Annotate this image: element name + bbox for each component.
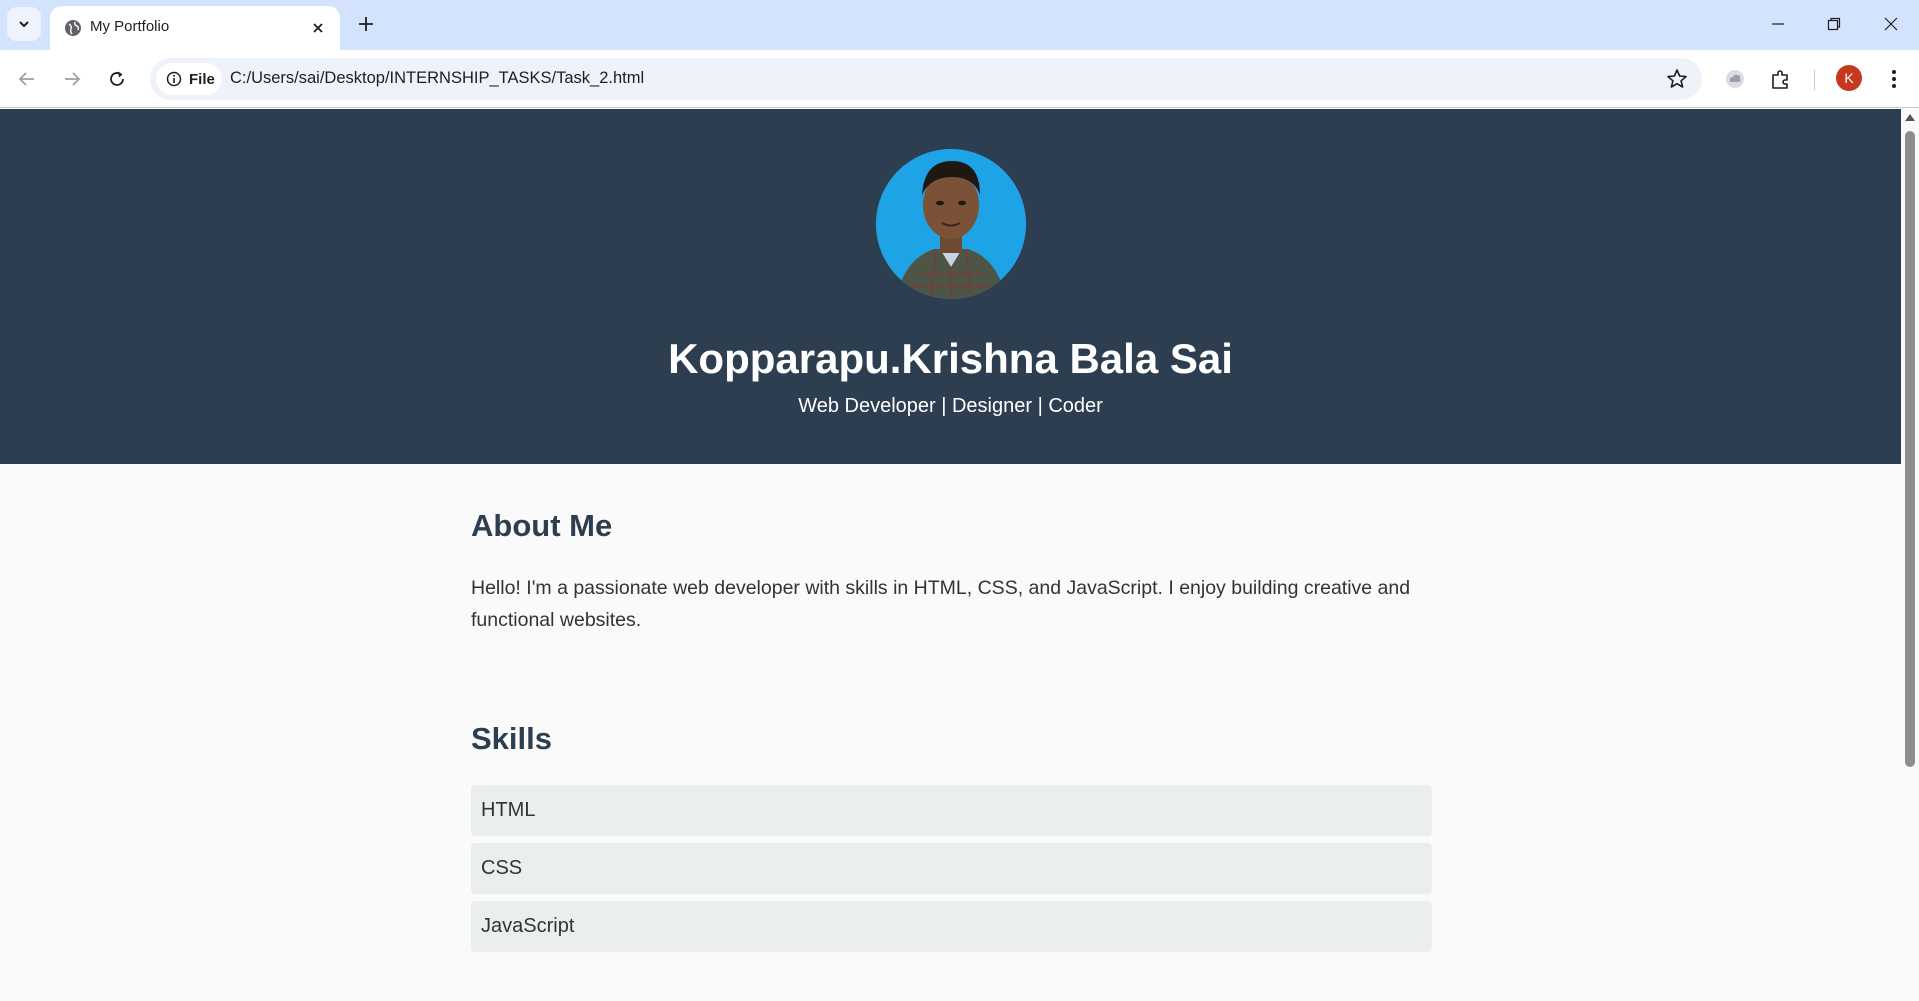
skill-label: CSS [481, 857, 523, 879]
scroll-thumb[interactable] [1905, 131, 1915, 767]
page-viewport: Kopparapu.Krishna Bala Sai Web Developer… [0, 109, 1901, 1001]
close-tab-icon[interactable] [308, 18, 328, 38]
about-paragraph: Hello! I'm a passionate web developer wi… [471, 577, 1411, 631]
chip-label: File [189, 70, 215, 88]
cloud-extension-icon [1726, 70, 1744, 88]
chevron-down-icon [19, 21, 29, 28]
close-window-button[interactable] [1871, 10, 1911, 38]
about-heading: About Me [471, 508, 613, 543]
reload-button[interactable] [102, 64, 132, 94]
tab-title: My Portfolio [90, 18, 170, 35]
tab-search-button[interactable] [7, 7, 41, 41]
skill-item-javascript: JavaScript [471, 901, 1432, 952]
person-photo-icon [876, 149, 1026, 299]
profile-avatar[interactable]: K [1836, 65, 1862, 91]
tab-strip: My Portfolio [0, 0, 1919, 50]
tab-active[interactable]: My Portfolio [50, 6, 340, 50]
address-bar[interactable]: File C:/Users/sai/Desktop/INTERNSHIP_TAS… [150, 58, 1702, 100]
skill-item-html: HTML [471, 785, 1432, 836]
puzzle-icon [1772, 70, 1788, 89]
skill-label: JavaScript [481, 915, 575, 937]
url-text[interactable]: C:/Users/sai/Desktop/INTERNSHIP_TASKS/Ta… [230, 69, 644, 88]
skill-label: HTML [481, 799, 536, 821]
kebab-menu-icon [1892, 70, 1896, 88]
browser-toolbar: File C:/Users/sai/Desktop/INTERNSHIP_TAS… [0, 50, 1919, 108]
profile-tagline: Web Developer | Designer | Coder [798, 395, 1103, 417]
menu-button[interactable] [1881, 66, 1907, 92]
arrow-right-icon [65, 72, 81, 86]
skills-heading: Skills [471, 721, 552, 756]
extension-icon-1[interactable] [1722, 66, 1748, 92]
bookmark-star-icon[interactable] [1666, 68, 1688, 90]
back-button[interactable] [12, 64, 42, 94]
toolbar-separator [1814, 70, 1815, 90]
new-tab-button[interactable] [352, 10, 380, 38]
restore-icon [1827, 17, 1841, 31]
scroll-up-arrow-icon[interactable] [1905, 114, 1915, 121]
arrow-left-icon [18, 72, 34, 86]
profile-name: Kopparapu.Krishna Bala Sai [668, 335, 1233, 382]
vertical-scrollbar[interactable] [1901, 109, 1919, 1001]
portfolio-header: Kopparapu.Krishna Bala Sai Web Developer… [0, 109, 1901, 464]
globe-icon [65, 20, 81, 36]
minimize-icon [1772, 23, 1784, 25]
forward-button[interactable] [57, 64, 87, 94]
skill-item-css: CSS [471, 843, 1432, 894]
extensions-button[interactable] [1768, 66, 1794, 92]
reload-icon [110, 71, 124, 86]
plus-icon [359, 17, 373, 31]
profile-photo [876, 149, 1026, 299]
restore-button[interactable] [1814, 10, 1854, 38]
info-icon [166, 71, 182, 87]
close-icon [1884, 17, 1898, 31]
minimize-button[interactable] [1758, 10, 1798, 38]
site-info-chip[interactable]: File [156, 63, 222, 95]
